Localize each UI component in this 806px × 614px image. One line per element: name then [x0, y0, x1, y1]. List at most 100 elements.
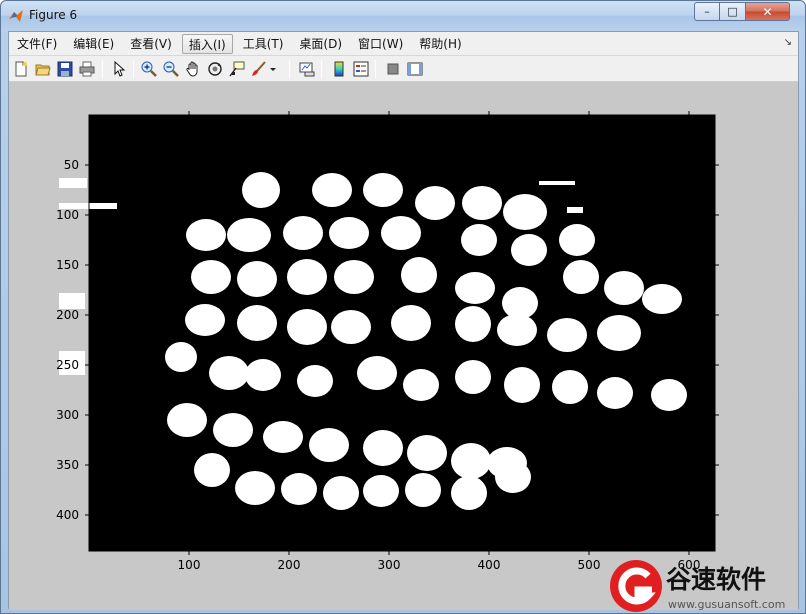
- particle-blob: [283, 216, 323, 250]
- particle-blob: [245, 359, 281, 391]
- y-tick-label: 400: [56, 508, 79, 522]
- title-bar[interactable]: Figure 6 – □ ✕: [1, 1, 805, 30]
- minimize-button[interactable]: –: [694, 2, 720, 21]
- link-plot-icon[interactable]: [297, 59, 317, 79]
- particle-blob: [237, 261, 277, 297]
- particle-blob: [407, 435, 447, 471]
- particle-blob: [604, 271, 644, 305]
- particle-blob: [334, 260, 374, 294]
- menu-insert[interactable]: 插入(I): [181, 33, 233, 54]
- axes[interactable]: 100 200 300 400 500 600 501001502002503003504…: [9, 83, 798, 610]
- toolbar-separator: [102, 60, 103, 78]
- particle-blob: [597, 315, 641, 351]
- particle-blob: [547, 318, 587, 352]
- new-figure-icon[interactable]: [11, 59, 31, 79]
- particle-blob: [357, 356, 397, 390]
- particle-fragment: [59, 178, 87, 188]
- particle-blob: [227, 218, 271, 252]
- maximize-button[interactable]: □: [720, 2, 746, 21]
- particle-blob: [209, 356, 249, 390]
- particle-blob: [242, 172, 280, 208]
- toolbar-separator: [133, 60, 134, 78]
- rotate-3d-icon[interactable]: [205, 59, 225, 79]
- brush-icon[interactable]: [249, 59, 269, 79]
- zoom-in-icon[interactable]: [139, 59, 159, 79]
- particle-blob: [451, 443, 491, 479]
- particle-blob: [455, 360, 491, 394]
- toolbar-separator: [289, 60, 290, 78]
- open-file-icon[interactable]: [33, 59, 53, 79]
- show-plot-tools-icon[interactable]: [405, 59, 425, 79]
- menu-overflow-icon[interactable]: ↘: [784, 37, 792, 48]
- window-title: Figure 6: [29, 8, 78, 22]
- close-button[interactable]: ✕: [746, 2, 790, 21]
- y-tick-label: 100: [56, 208, 79, 222]
- pan-hand-icon[interactable]: [183, 59, 203, 79]
- watermark-text: 谷速软件: [666, 565, 766, 594]
- figure-toolbar: [9, 56, 798, 82]
- particle-blob: [309, 428, 349, 462]
- menu-tools[interactable]: 工具(T): [237, 34, 290, 54]
- particle-blob: [281, 473, 317, 505]
- menu-window[interactable]: 窗口(W): [352, 34, 409, 54]
- x-tick-label: 300: [378, 558, 401, 572]
- particle-blob: [563, 260, 599, 294]
- figure-window: Figure 6 – □ ✕ 文件(F) 编辑(E) 查看(V) 插入(I) 工…: [0, 0, 806, 614]
- brush-dropdown-icon[interactable]: [267, 59, 279, 79]
- menu-file[interactable]: 文件(F): [11, 34, 63, 54]
- particle-blob: [559, 224, 595, 256]
- particle-blob: [194, 453, 230, 487]
- particle-blob: [455, 272, 495, 304]
- particle-blob: [415, 186, 455, 220]
- x-tick-label: 100: [178, 558, 201, 572]
- particle-blob: [401, 257, 437, 293]
- particle-blob: [165, 342, 197, 372]
- edit-plot-arrow-icon[interactable]: [109, 59, 129, 79]
- particle-fragment: [539, 181, 575, 185]
- hide-plot-tools-icon[interactable]: [383, 59, 403, 79]
- particle-blob: [186, 219, 226, 251]
- particle-blob: [235, 471, 275, 505]
- particle-blob: [287, 309, 327, 345]
- insert-colorbar-icon[interactable]: [329, 59, 349, 79]
- particle-blob: [237, 305, 277, 341]
- y-tick-label: 350: [56, 458, 79, 472]
- menu-edit[interactable]: 编辑(E): [67, 34, 120, 54]
- close-icon: ✕: [762, 4, 773, 19]
- y-tick-label: 50: [64, 158, 79, 172]
- particle-blob: [331, 310, 371, 344]
- particle-blob: [263, 421, 303, 453]
- menu-help[interactable]: 帮助(H): [413, 34, 467, 54]
- particle-blob: [642, 284, 682, 314]
- particle-blob: [403, 369, 439, 401]
- x-tick-label: 500: [578, 558, 601, 572]
- zoom-out-icon[interactable]: [161, 59, 181, 79]
- matlab-logo-icon: [9, 10, 23, 22]
- particle-blob: [503, 194, 547, 230]
- toolbar-separator: [321, 60, 322, 78]
- menu-desktop[interactable]: 桌面(D): [293, 34, 348, 54]
- particle-blob: [597, 377, 633, 409]
- particle-blob: [287, 259, 327, 295]
- particle-blob: [323, 476, 359, 510]
- data-cursor-icon[interactable]: [227, 59, 247, 79]
- particle-blob: [329, 217, 369, 249]
- y-tick-label: 150: [56, 258, 79, 272]
- save-icon[interactable]: [55, 59, 75, 79]
- particle-blob: [167, 403, 207, 437]
- particle-blob: [381, 216, 421, 250]
- particle-blob: [391, 305, 431, 341]
- menu-view[interactable]: 查看(V): [124, 34, 178, 54]
- particle-blob: [552, 370, 588, 404]
- insert-legend-icon[interactable]: [351, 59, 371, 79]
- figure-client-area: 文件(F) 编辑(E) 查看(V) 插入(I) 工具(T) 桌面(D) 窗口(W…: [8, 31, 799, 610]
- particle-blob: [185, 304, 225, 336]
- particle-blob: [363, 475, 399, 507]
- print-icon[interactable]: [77, 59, 97, 79]
- particle-blob: [455, 306, 491, 342]
- x-tick-label: 400: [478, 558, 501, 572]
- toolbar-separator: [375, 60, 376, 78]
- particle-blob: [497, 314, 537, 346]
- menu-bar: 文件(F) 编辑(E) 查看(V) 插入(I) 工具(T) 桌面(D) 窗口(W…: [9, 32, 798, 56]
- particle-blob: [495, 461, 531, 493]
